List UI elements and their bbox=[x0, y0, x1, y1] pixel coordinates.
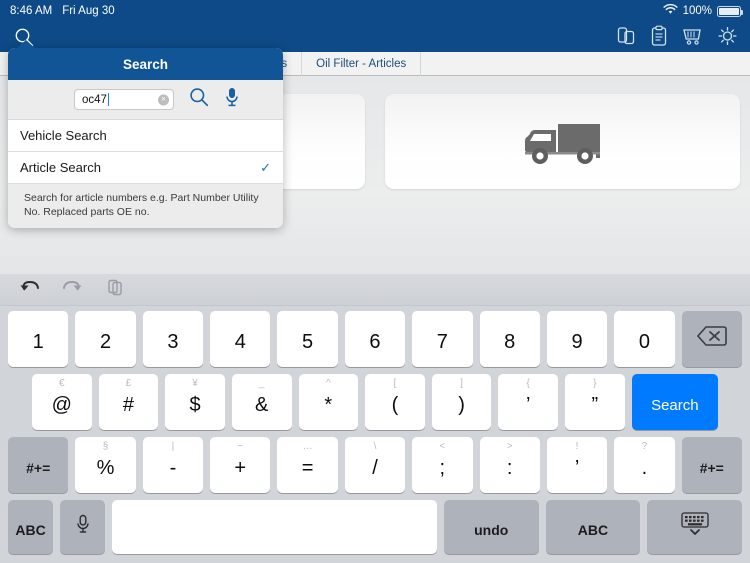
clear-icon[interactable]: × bbox=[158, 94, 169, 105]
text-caret bbox=[107, 93, 109, 106]
key-0[interactable]: 0 bbox=[614, 311, 675, 367]
microphone-icon[interactable] bbox=[224, 86, 240, 113]
microphone-icon bbox=[75, 513, 91, 541]
search-key[interactable]: Search bbox=[631, 374, 719, 430]
popover-title: Search bbox=[8, 48, 283, 80]
key-apostrophe[interactable]: {’ bbox=[498, 374, 558, 430]
shopping-cart-icon[interactable] bbox=[682, 25, 703, 52]
status-time: 8:46 AM bbox=[10, 5, 53, 17]
key-equals[interactable]: … = bbox=[277, 437, 338, 493]
status-bar-right: 100% bbox=[663, 3, 750, 18]
key-4[interactable]: 4 bbox=[210, 311, 271, 367]
key-7[interactable]: 7 bbox=[412, 311, 473, 367]
hide-keyboard-icon bbox=[678, 511, 712, 543]
option-article-search[interactable]: Article Search ✓ bbox=[8, 152, 283, 184]
key-at[interactable]: € @ bbox=[32, 374, 92, 430]
key-paren-close[interactable]: ]) bbox=[431, 374, 492, 430]
truck-card[interactable] bbox=[385, 94, 740, 189]
backspace-icon bbox=[696, 325, 727, 353]
tab-oil-filter-articles[interactable]: Oil Filter - Articles bbox=[302, 51, 422, 76]
keyboard-rows: 1 2 3 4 5 6 7 8 9 0 € @ £ # ¥ $ _ & ^ * … bbox=[0, 306, 750, 563]
keyboard-row-symbols-2: #+= §% | - ~ + … = \ / <; >: !’ ?. #+= bbox=[4, 437, 746, 493]
option-label: Vehicle Search bbox=[20, 128, 107, 143]
keyboard-row-numbers: 1 2 3 4 5 6 7 8 9 0 bbox=[4, 311, 746, 367]
option-label: Article Search bbox=[20, 160, 101, 175]
shift-symbols-right-key[interactable]: #+= bbox=[681, 437, 742, 493]
compare-parts-icon[interactable] bbox=[617, 25, 636, 52]
key-3[interactable]: 3 bbox=[142, 311, 204, 367]
truck-icon bbox=[518, 118, 608, 166]
search-popover: Search oc47 × Vehicle Search Article Sea… bbox=[8, 48, 283, 229]
space-key[interactable] bbox=[112, 500, 437, 554]
abc-left-key[interactable]: ABC bbox=[8, 500, 54, 554]
key-colon[interactable]: >: bbox=[479, 437, 540, 493]
key-2[interactable]: 2 bbox=[75, 311, 136, 367]
key-period[interactable]: ?. bbox=[614, 437, 675, 493]
key-quote[interactable]: }” bbox=[565, 374, 625, 430]
clipboard-icon[interactable] bbox=[650, 25, 668, 52]
keyboard-row-bottom: ABC undo ABC bbox=[4, 500, 746, 554]
status-bar: 8:46 AM Fri Aug 30 100% bbox=[0, 0, 750, 22]
key-5[interactable]: 5 bbox=[277, 311, 338, 367]
key-percent[interactable]: §% bbox=[75, 437, 136, 493]
keyboard-row-symbols-1: € @ £ # ¥ $ _ & ^ * [( ]) {’ }” Search bbox=[4, 374, 746, 430]
status-date: Fri Aug 30 bbox=[62, 5, 115, 17]
key-ampersand[interactable]: _ & bbox=[231, 374, 292, 430]
shift-symbols-left-key[interactable]: #+= bbox=[8, 437, 69, 493]
redo-icon bbox=[62, 278, 84, 301]
key-exclamation[interactable]: !’ bbox=[546, 437, 608, 493]
gear-icon[interactable] bbox=[717, 25, 738, 52]
search-input-value: oc47 bbox=[82, 93, 107, 106]
popover-arrow bbox=[16, 40, 36, 49]
search-input[interactable]: oc47 × bbox=[74, 89, 174, 110]
backspace-key[interactable] bbox=[681, 311, 742, 367]
key-semicolon[interactable]: <; bbox=[412, 437, 473, 493]
key-6[interactable]: 6 bbox=[344, 311, 406, 367]
undo-key[interactable]: undo bbox=[443, 500, 539, 554]
option-vehicle-search[interactable]: Vehicle Search bbox=[8, 120, 283, 152]
undo-icon[interactable] bbox=[18, 278, 40, 301]
key-asterisk[interactable]: ^ * bbox=[298, 374, 359, 430]
status-bar-left: 8:46 AM Fri Aug 30 bbox=[0, 5, 115, 17]
virtual-keyboard: 1 2 3 4 5 6 7 8 9 0 € @ £ # ¥ $ _ & ^ * … bbox=[0, 274, 750, 563]
key-8[interactable]: 8 bbox=[479, 311, 540, 367]
hide-keyboard-key[interactable] bbox=[647, 500, 742, 554]
key-slash[interactable]: \ / bbox=[344, 437, 406, 493]
wifi-icon bbox=[663, 3, 678, 18]
key-hyphen[interactable]: | - bbox=[142, 437, 204, 493]
keyboard-toolbar bbox=[0, 274, 750, 306]
popover-search-row: oc47 × bbox=[8, 80, 283, 120]
abc-right-key[interactable]: ABC bbox=[545, 500, 641, 554]
paste-icon bbox=[106, 278, 124, 301]
app-root: 8:46 AM Fri Aug 30 100% Oil Filter - Art… bbox=[0, 0, 750, 563]
header-icon-group bbox=[617, 25, 738, 52]
battery-icon bbox=[717, 5, 743, 17]
battery-percent: 100% bbox=[682, 5, 712, 17]
key-paren-open[interactable]: [( bbox=[365, 374, 425, 430]
key-dollar[interactable]: ¥ $ bbox=[165, 374, 225, 430]
key-1[interactable]: 1 bbox=[8, 311, 69, 367]
key-plus[interactable]: ~ + bbox=[210, 437, 271, 493]
search-icon[interactable] bbox=[188, 86, 210, 113]
key-hash[interactable]: £ # bbox=[98, 374, 159, 430]
checkmark-icon: ✓ bbox=[260, 159, 271, 175]
microphone-key[interactable] bbox=[60, 500, 106, 554]
key-9[interactable]: 9 bbox=[546, 311, 608, 367]
search-hint-text: Search for article numbers e.g. Part Num… bbox=[8, 184, 283, 229]
